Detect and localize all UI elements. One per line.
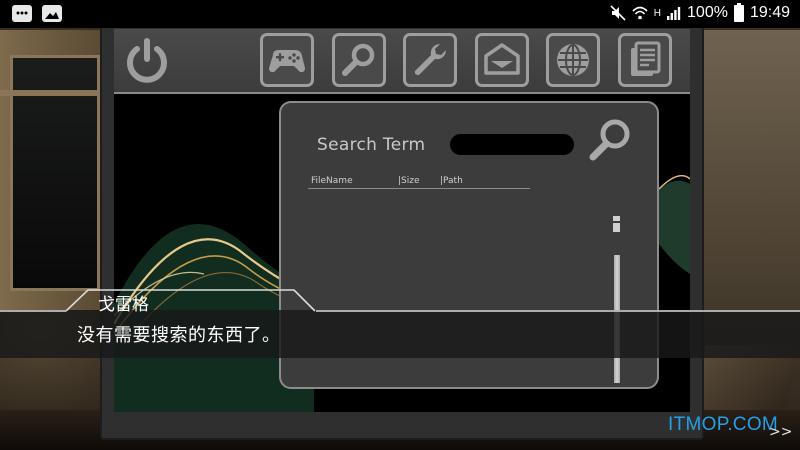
settings-button[interactable] <box>403 33 457 87</box>
gamepad-icon <box>269 50 305 73</box>
wifi-icon <box>632 6 648 20</box>
document-icon <box>631 41 661 76</box>
internet-button[interactable] <box>546 33 600 87</box>
power-icon <box>127 38 167 83</box>
speaker-name: 戈雷格 <box>98 295 149 315</box>
gallery-icon <box>42 5 62 22</box>
monitor-toolbar <box>114 29 690 94</box>
search-term-label: Search Term <box>317 135 426 155</box>
search-submit-button[interactable] <box>587 117 633 163</box>
clock: 19:49 <box>749 4 790 21</box>
signal-icon <box>667 7 681 20</box>
globe-icon <box>557 44 589 76</box>
battery-percent: 100% <box>687 4 728 21</box>
games-button[interactable] <box>260 33 314 87</box>
column-path: Path <box>443 176 463 186</box>
mail-button[interactable] <box>475 33 529 87</box>
power-button[interactable] <box>120 33 174 87</box>
search-tool-button[interactable] <box>332 33 386 87</box>
search-icon <box>589 119 630 161</box>
network-type: H <box>653 7 662 19</box>
wrench-icon <box>414 43 447 75</box>
mute-icon <box>610 5 626 21</box>
column-size: Size <box>401 176 420 186</box>
site-watermark: ITMOP.COM <box>668 414 779 435</box>
mail-icon <box>484 43 520 75</box>
android-status-bar: H 100% 19:49 <box>0 0 800 28</box>
battery-icon <box>733 2 744 22</box>
results-table-header: FileName | Size | Path <box>308 176 530 189</box>
column-filename: FileName <box>311 176 353 186</box>
dialogue-text: 没有需要搜索的东西了。 <box>77 325 281 346</box>
messages-icon <box>12 5 32 22</box>
scrollbar-top-handle[interactable] <box>613 216 620 232</box>
documents-button[interactable] <box>618 33 672 87</box>
skip-button[interactable]: >> <box>769 424 792 440</box>
search-icon <box>342 43 375 76</box>
search-input[interactable] <box>450 134 574 155</box>
